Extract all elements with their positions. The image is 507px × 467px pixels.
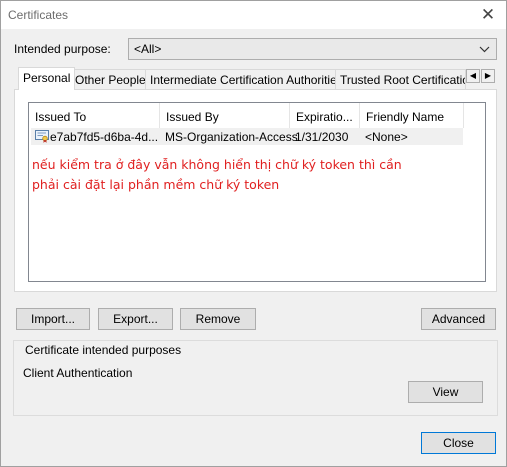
annotation-note: nếu kiểm tra ở đây vẫn không hiển thị ch… <box>32 155 432 195</box>
close-icon[interactable]: ✕ <box>478 5 498 25</box>
column-header-issued-to[interactable]: Issued To <box>29 103 160 128</box>
certificates-dialog: Certificates ✕ Intended purpose: <All> P… <box>0 0 507 467</box>
export-button[interactable]: Export... <box>98 308 173 330</box>
tab-label: Other People <box>75 73 146 87</box>
remove-button[interactable]: Remove <box>180 308 256 330</box>
intended-purposes-value: Client Authentication <box>23 366 133 380</box>
cell-expiration: 1/31/2030 <box>295 130 349 144</box>
tab-label: Trusted Root Certification <box>340 73 466 87</box>
intended-purpose-label: Intended purpose: <box>14 42 111 56</box>
intended-purpose-value: <All> <box>134 42 162 56</box>
tab-scroll-left-button[interactable]: ◀ <box>466 69 480 83</box>
import-button[interactable]: Import... <box>16 308 90 330</box>
table-row[interactable]: e7ab7fd5-d6ba-4d... MS-Organization-Acce… <box>31 128 463 145</box>
advanced-button[interactable]: Advanced <box>421 308 496 330</box>
tab-label: Intermediate Certification Authorities <box>150 73 343 87</box>
window-title: Certificates <box>8 8 69 22</box>
cell-issued-by: MS-Organization-Access <box>165 130 298 144</box>
column-header-issued-by[interactable]: Issued By <box>160 103 290 128</box>
intended-purpose-select[interactable]: <All> <box>128 38 497 60</box>
intended-purposes-group-label: Certificate intended purposes <box>23 343 184 357</box>
tab-scroll-right-button[interactable]: ▶ <box>481 69 495 83</box>
column-header-expiration[interactable]: Expiratio... <box>290 103 360 128</box>
cell-friendly-name: <None> <box>365 130 408 144</box>
tab-personal[interactable]: Personal <box>18 67 76 90</box>
view-button[interactable]: View <box>408 381 483 403</box>
tab-label: Personal <box>23 71 71 85</box>
title-bar: Certificates ✕ <box>1 1 506 29</box>
tab-strip: Personal Other People Intermediate Certi… <box>14 67 497 90</box>
annotation-line: nếu kiểm tra ở đây vẫn không hiển thị ch… <box>32 157 402 172</box>
cell-issued-to: e7ab7fd5-d6ba-4d... <box>50 130 159 144</box>
tab-trusted-root[interactable]: Trusted Root Certification <box>335 69 466 89</box>
tab-intermediate-authorities[interactable]: Intermediate Certification Authorities <box>145 69 348 89</box>
column-header-friendly-name[interactable]: Friendly Name <box>360 103 464 128</box>
annotation-line: phải cài đặt lại phần mềm chữ ký token <box>32 177 280 192</box>
chevron-down-icon <box>479 46 490 53</box>
tab-other-people[interactable]: Other People <box>70 69 151 89</box>
close-button[interactable]: Close <box>421 432 496 454</box>
certificate-icon <box>35 130 49 143</box>
